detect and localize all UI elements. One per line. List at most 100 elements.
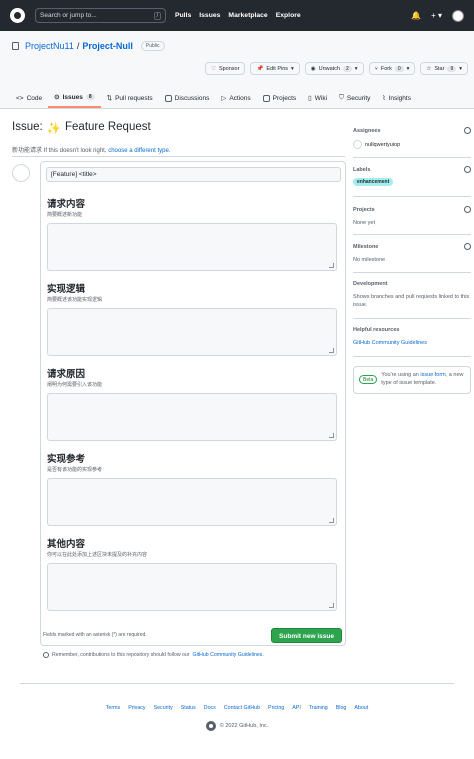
footer-link-status[interactable]: Status (181, 705, 196, 711)
community-guidelines-link[interactable]: GitHub Community Guidelines. (193, 652, 264, 658)
footer-link-blog[interactable]: Blog (336, 705, 347, 711)
edit-pins-button[interactable]: 📌 Edit Pins ▾ (250, 62, 300, 75)
chevron-down-icon: ▾ (459, 65, 462, 72)
issue-form-link[interactable]: issue form (420, 372, 445, 378)
repo-book-icon (12, 42, 19, 50)
fork-count: 0 (394, 65, 404, 72)
footer-link-docs[interactable]: Docs (204, 705, 216, 711)
nav-issues[interactable]: Issues (199, 12, 220, 19)
submit-issue-button[interactable]: Submit new issue (271, 628, 342, 643)
graph-icon: ⌇ (382, 95, 386, 102)
label-enhancement[interactable]: enhancement (353, 178, 394, 186)
search-input[interactable]: Search or jump to... / (35, 8, 166, 23)
create-new-dropdown[interactable]: + ▾ (431, 11, 442, 20)
gear-icon[interactable] (464, 243, 471, 250)
community-guidelines-link[interactable]: GitHub Community Guidelines (353, 340, 427, 346)
section-description: 是否有该功能的实现参考 (47, 467, 103, 473)
nav-explore[interactable]: Explore (276, 12, 301, 19)
tab-label: Discussions (174, 94, 210, 102)
development-heading: Development (353, 281, 388, 287)
gear-icon[interactable] (464, 127, 471, 134)
tab-actions[interactable]: ▷ Actions (215, 88, 256, 108)
gear-icon[interactable] (464, 166, 471, 173)
tab-wiki[interactable]: ▯ Wiki (302, 88, 333, 108)
star-icon: ☆ (426, 65, 432, 72)
unwatch-button[interactable]: ◉ Unwatch 2 ▾ (304, 62, 364, 75)
user-avatar[interactable] (452, 9, 464, 22)
tab-label: Security (346, 94, 371, 102)
code-icon: <> (16, 94, 24, 102)
chevron-down-icon: ▾ (354, 65, 358, 72)
tab-label: Actions (229, 94, 251, 102)
title-prefix: Issue: (12, 121, 43, 133)
avatar (353, 140, 362, 149)
footer-link-privacy[interactable]: Privacy (128, 705, 145, 711)
nav-marketplace[interactable]: Marketplace (228, 12, 267, 19)
tab-discussions[interactable]: Discussions (159, 88, 216, 108)
tab-label: Pull requests (115, 94, 153, 102)
other-content-textarea[interactable] (47, 563, 337, 611)
gear-icon[interactable] (464, 206, 471, 213)
tab-pull-requests[interactable]: ⇅ Pull requests (101, 88, 159, 108)
copyright-text: © 2022 GitHub, Inc. (219, 723, 269, 729)
fork-button[interactable]: ⑂ Fork 0 ▾ (368, 62, 416, 75)
tab-code[interactable]: <> Code (10, 88, 48, 108)
info-icon (43, 652, 49, 658)
visibility-badge: Public (140, 41, 165, 51)
heart-icon: ♡ (211, 65, 216, 72)
bell-icon[interactable]: 🔔 (411, 11, 421, 20)
projects-heading: Projects (353, 206, 375, 213)
notice-text: You're using an (381, 372, 419, 378)
repo-name-link[interactable]: Project-Null (82, 41, 133, 51)
tab-issues[interactable]: ⊙ Issues 8 (48, 88, 101, 108)
repo-tabs: <> Code ⊙ Issues 8 ⇅ Pull requests Discussio… (10, 88, 417, 108)
repo-header: ProjectNu11 / Project-Null Public ♡ Spons… (0, 31, 474, 109)
sparkles-icon: ✨ (46, 123, 62, 135)
footer-links: Terms Privacy Security Status Docs Conta… (0, 705, 474, 711)
tab-projects[interactable]: Projects (257, 88, 302, 108)
footer-link-security[interactable]: Security (154, 705, 173, 711)
reminder-text: Remember, contributions to this reposito… (52, 652, 190, 658)
issue-icon: ⊙ (54, 94, 60, 101)
global-nav: Pulls Issues Marketplace Explore (175, 12, 301, 19)
sponsor-button[interactable]: ♡ Sponsor (205, 62, 246, 75)
repo-separator: / (76, 41, 80, 51)
github-logo-icon[interactable] (205, 721, 216, 731)
section-heading: 请求原因 (47, 369, 86, 380)
divider (353, 234, 471, 235)
header-actions: 🔔 + ▾ (411, 9, 464, 22)
implementation-reference-textarea[interactable] (47, 478, 337, 526)
github-logo-icon[interactable] (10, 8, 25, 23)
assignee-item[interactable]: nullqwertyuiop (353, 140, 471, 149)
shield-icon: ⛉ (339, 94, 344, 101)
unwatch-label: Unwatch (318, 65, 341, 72)
footer-link-training[interactable]: Training (309, 705, 328, 711)
footer-link-terms[interactable]: Terms (106, 705, 120, 711)
tab-insights[interactable]: ⌇ Insights (376, 88, 417, 108)
nav-pulls[interactable]: Pulls (175, 12, 191, 19)
beta-badge: Beta (359, 375, 378, 384)
divider (353, 157, 471, 158)
request-reason-textarea[interactable] (47, 393, 337, 441)
pin-icon: 📌 (256, 65, 264, 72)
footer-link-api[interactable]: API (292, 705, 301, 711)
page-title: Issue: ✨ Feature Request (12, 121, 151, 135)
section-description: 阐明为何需要引入该功能 (47, 382, 103, 388)
tab-label: Wiki (314, 94, 328, 102)
footer-link-pricing[interactable]: Pricing (268, 705, 284, 711)
book-icon: ▯ (308, 95, 312, 102)
tab-label: Issues (62, 93, 83, 101)
choose-different-type-link[interactable]: choose a different type. (108, 148, 170, 154)
star-button[interactable]: ☆ Star 9 ▾ (420, 62, 468, 75)
request-content-textarea[interactable] (47, 223, 337, 271)
footer-copyright: © 2022 GitHub, Inc. (0, 721, 474, 731)
footer-link-about[interactable]: About (354, 705, 368, 711)
footer-link-contact[interactable]: Contact GitHub (224, 705, 260, 711)
tab-label: Code (26, 94, 43, 102)
watch-count: 2 (343, 65, 352, 72)
issue-title-input[interactable]: [Feature] <title> (46, 167, 341, 182)
tab-security[interactable]: ⛉ Security (333, 88, 376, 108)
repo-owner-link[interactable]: ProjectNu11 (25, 41, 74, 51)
implementation-logic-textarea[interactable] (47, 308, 337, 356)
issues-count: 8 (85, 94, 95, 100)
